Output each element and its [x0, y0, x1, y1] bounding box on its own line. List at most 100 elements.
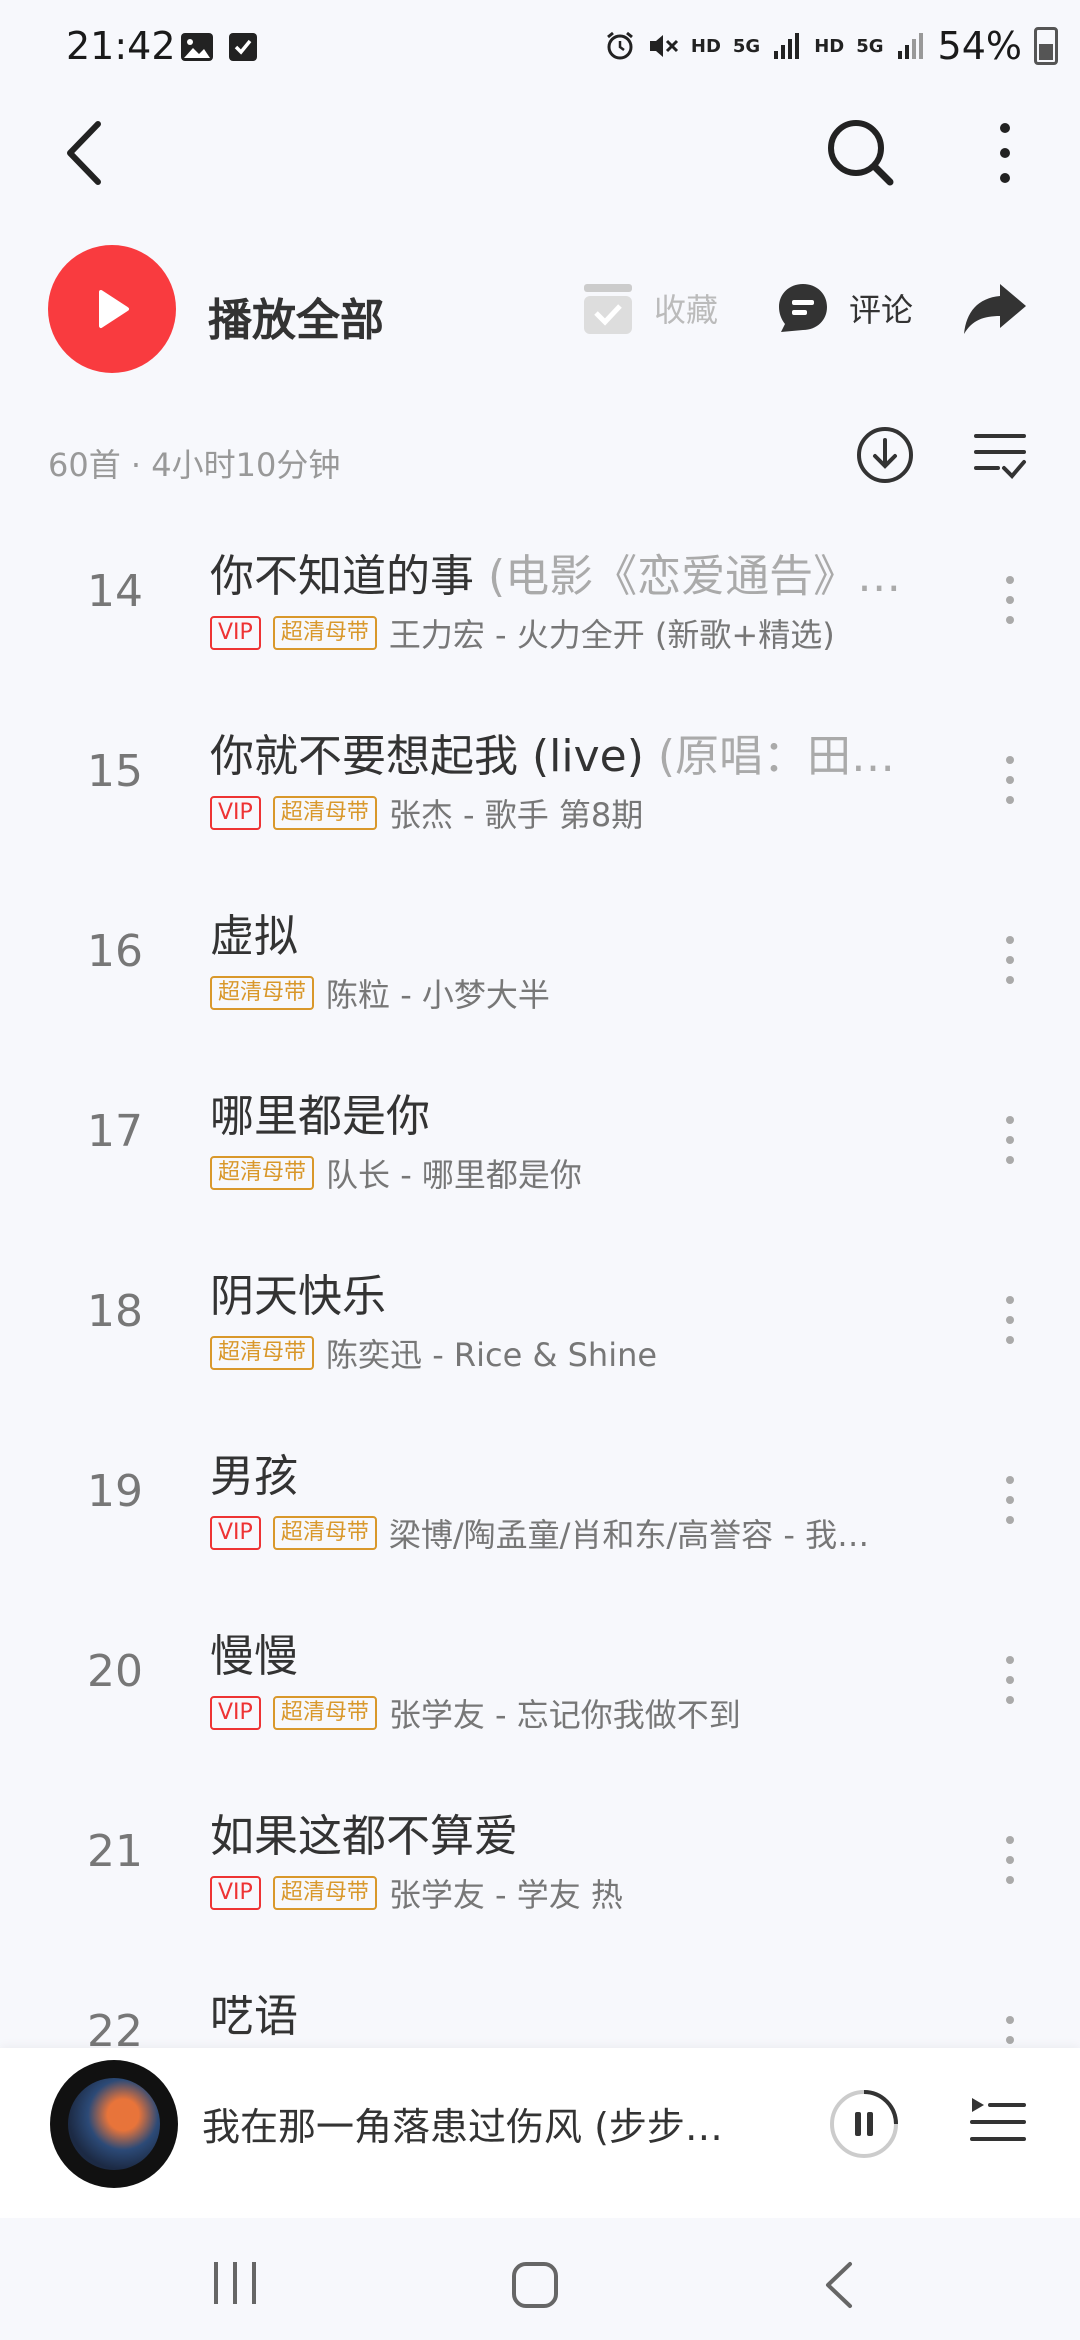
track-number: 14 — [87, 566, 143, 617]
status-right-icons: HD 5G HD 5G 54% — [605, 24, 1058, 68]
status-bar: 21:42 HD 5G HD 5G 54% — [0, 0, 1080, 100]
track-artist: 张杰 - 歌手 第8期 — [388, 796, 644, 834]
track-number: 18 — [87, 1286, 143, 1337]
battery-icon — [1034, 27, 1058, 65]
track-row[interactable]: 19 男孩 VIP 超清母带 梁博/陶孟童/肖和东/高誉容 - 我… — [0, 1410, 1080, 1590]
vip-badge: VIP — [210, 1696, 261, 1730]
vip-badge: VIP — [210, 1876, 261, 1910]
share-icon[interactable] — [960, 280, 1030, 340]
more-vertical-icon[interactable] — [1000, 1470, 1020, 1530]
track-meta: 超清母带 陈奕迅 - Rice & Shine — [210, 1330, 910, 1376]
track-number: 20 — [87, 1646, 143, 1697]
status-time: 21:42 — [66, 24, 176, 68]
hq-badge: 超清母带 — [272, 1516, 377, 1550]
action-row: 播放全部 收藏 评论 — [0, 240, 1080, 380]
more-vertical-icon[interactable] — [1000, 1650, 1020, 1710]
track-artist: 陈奕迅 - Rice & Shine — [326, 1336, 658, 1374]
hq-badge: 超清母带 — [272, 1876, 377, 1910]
mini-player[interactable]: 我在那一角落患过伤风 (步步… — [0, 2048, 1080, 2218]
track-title: 哪里都是你 — [210, 1091, 430, 1142]
hd-label-2: HD — [814, 35, 845, 57]
more-vertical-icon[interactable] — [1000, 1290, 1020, 1350]
hq-badge: 超清母带 — [210, 1156, 315, 1190]
collect-icon — [584, 284, 632, 334]
track-title: 呓语 — [210, 1991, 298, 2042]
track-row[interactable]: 18 阴天快乐 超清母带 陈奕迅 - Rice & Shine — [0, 1230, 1080, 1410]
vip-badge: VIP — [210, 616, 261, 650]
play-icon — [99, 290, 129, 328]
track-meta: VIP 超清母带 张学友 - 忘记你我做不到 — [210, 1690, 910, 1736]
track-row[interactable]: 20 慢慢 VIP 超清母带 张学友 - 忘记你我做不到 — [0, 1590, 1080, 1770]
track-title: 虚拟 — [210, 911, 298, 962]
signal-icon — [774, 33, 800, 59]
track-list: 14 你不知道的事 (电影《恋爱通告》… VIP 超清母带 王力宏 - 火力全开… — [0, 510, 1080, 2130]
more-vertical-icon[interactable] — [1000, 570, 1020, 630]
hd-label-1: HD — [690, 35, 721, 57]
track-meta: VIP 超清母带 张杰 - 歌手 第8期 — [210, 790, 910, 836]
nav-back-icon[interactable] — [820, 2260, 860, 2310]
download-icon[interactable] — [855, 425, 915, 485]
back-icon[interactable] — [60, 118, 110, 188]
comment-label: 评论 — [849, 291, 914, 329]
alarm-icon — [606, 31, 633, 60]
network-label-1: 5G — [732, 35, 761, 57]
collect-button[interactable]: 收藏 — [580, 280, 718, 336]
play-all-label[interactable]: 播放全部 — [208, 284, 384, 348]
vip-badge: VIP — [210, 1516, 261, 1550]
track-artist: 张学友 - 忘记你我做不到 — [388, 1696, 741, 1734]
track-artist: 队长 - 哪里都是你 — [326, 1156, 582, 1194]
hq-badge: 超清母带 — [272, 1696, 377, 1730]
vip-badge: VIP — [210, 796, 261, 830]
hq-badge: 超清母带 — [210, 976, 315, 1010]
track-meta: 超清母带 陈粒 - 小梦大半 — [210, 970, 910, 1016]
track-number: 21 — [87, 1826, 143, 1877]
track-artist: 梁博/陶孟童/肖和东/高誉容 - 我… — [388, 1516, 870, 1554]
system-nav-bar — [0, 2218, 1080, 2340]
comment-button[interactable]: 评论 — [775, 280, 913, 336]
pause-icon[interactable] — [828, 2088, 900, 2160]
track-meta: VIP 超清母带 王力宏 - 火力全开 (新歌+精选) — [210, 610, 910, 656]
album-art-disc[interactable] — [50, 2060, 178, 2188]
track-title: 男孩 — [210, 1451, 298, 1502]
track-row[interactable]: 21 如果这都不算爱 VIP 超清母带 张学友 - 学友 热 — [0, 1770, 1080, 1950]
track-title: 如果这都不算爱 — [210, 1811, 518, 1862]
album-art — [68, 2078, 160, 2170]
track-title: 阴天快乐 — [210, 1271, 386, 1322]
track-artist: 张学友 - 学友 热 — [388, 1876, 623, 1914]
gallery-notification-icon — [181, 33, 213, 61]
hq-badge: 超清母带 — [272, 616, 377, 650]
track-title: 你不知道的事 (电影《恋爱通告》… — [210, 551, 902, 602]
playlist-summary: 60首 · 4小时10分钟 — [48, 446, 341, 484]
track-title: 你就不要想起我 (live) (原唱：田… — [210, 731, 896, 782]
recent-apps-icon[interactable] — [210, 2260, 260, 2306]
track-number: 15 — [87, 746, 143, 797]
checkbox-notification-icon — [229, 33, 257, 61]
hq-badge: 超清母带 — [210, 1336, 315, 1370]
multi-select-icon[interactable] — [972, 430, 1028, 482]
track-number: 17 — [87, 1106, 143, 1157]
search-icon[interactable] — [820, 112, 900, 192]
track-meta: VIP 超清母带 张学友 - 学友 热 — [210, 1870, 910, 1916]
comment-icon — [779, 284, 827, 332]
track-row[interactable]: 15 你就不要想起我 (live) (原唱：田… VIP 超清母带 张杰 - 歌… — [0, 690, 1080, 870]
network-label-2: 5G — [856, 35, 884, 57]
track-artist: 王力宏 - 火力全开 (新歌+精选) — [388, 616, 835, 654]
track-meta: VIP 超清母带 梁博/陶孟童/肖和东/高誉容 - 我… — [210, 1510, 910, 1556]
more-vertical-icon[interactable] — [985, 118, 1025, 188]
more-vertical-icon[interactable] — [1000, 1830, 1020, 1890]
top-bar — [0, 100, 1080, 200]
track-row[interactable]: 14 你不知道的事 (电影《恋爱通告》… VIP 超清母带 王力宏 - 火力全开… — [0, 510, 1080, 690]
status-left-icons — [180, 32, 258, 62]
more-vertical-icon[interactable] — [1000, 1110, 1020, 1170]
track-row[interactable]: 16 虚拟 超清母带 陈粒 - 小梦大半 — [0, 870, 1080, 1050]
more-vertical-icon[interactable] — [1000, 930, 1020, 990]
track-number: 16 — [87, 926, 143, 977]
signal-icon-2 — [897, 33, 923, 59]
track-row[interactable]: 17 哪里都是你 超清母带 队长 - 哪里都是你 — [0, 1050, 1080, 1230]
playlist-queue-icon[interactable] — [968, 2092, 1028, 2152]
more-vertical-icon[interactable] — [1000, 750, 1020, 810]
now-playing-title[interactable]: 我在那一角落患过伤风 (步步… — [202, 2096, 762, 2151]
battery-percent: 54% — [937, 24, 1022, 68]
play-all-button[interactable] — [48, 245, 176, 373]
home-icon[interactable] — [510, 2260, 560, 2310]
